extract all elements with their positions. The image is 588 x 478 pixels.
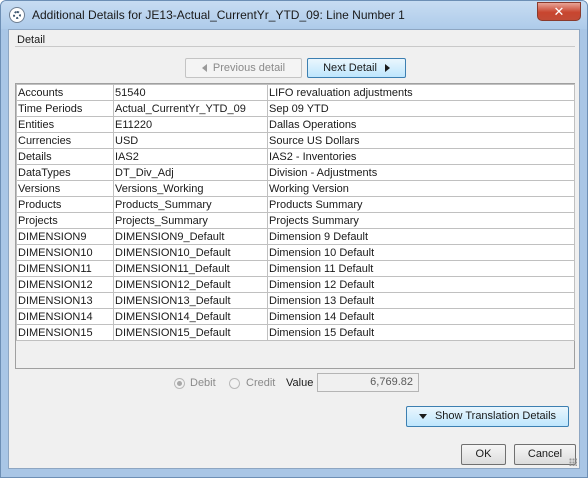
member-cell: DIMENSION12_Default — [113, 276, 268, 293]
member-cell: IAS2 — [113, 148, 268, 165]
description-cell: Dimension 14 Default — [267, 308, 575, 325]
detail-table-container[interactable]: Accounts 51540 LIFO revaluation adjustment… — [15, 83, 575, 369]
dialog-window: Additional Details for JE13-Actual_Curre… — [0, 0, 588, 478]
resize-grip-icon[interactable] — [569, 458, 577, 466]
show-translation-details-button[interactable]: Show Translation Details — [406, 406, 569, 427]
next-detail-button[interactable]: Next Detail — [307, 58, 406, 78]
member-cell: Versions_Working — [113, 180, 268, 197]
table-row[interactable]: Details IAS2 IAS2 - Inventories — [16, 148, 575, 165]
description-cell: Sep 09 YTD — [267, 100, 575, 117]
description-cell: Dimension 13 Default — [267, 292, 575, 309]
dimension-cell: Entities — [16, 116, 114, 133]
dimension-cell: Versions — [16, 180, 114, 197]
dimension-cell: DIMENSION10 — [16, 244, 114, 261]
dimension-cell: DIMENSION15 — [16, 324, 114, 341]
table-row[interactable]: Accounts 51540 LIFO revaluation adjustment… — [16, 84, 575, 101]
description-cell: Dallas Operations — [267, 116, 575, 133]
chevron-left-icon — [201, 64, 207, 73]
dimension-cell: DataTypes — [16, 164, 114, 181]
description-cell: Division - Adjustments — [267, 164, 575, 181]
app-icon — [9, 7, 25, 23]
credit-radio[interactable] — [229, 378, 240, 389]
description-cell: Dimension 9 Default — [267, 228, 575, 245]
member-cell: 51540 — [113, 84, 268, 101]
debit-radio[interactable] — [174, 378, 185, 389]
table-row[interactable]: DIMENSION13 DIMENSION13_Default Dimension … — [16, 292, 575, 309]
description-cell: IAS2 - Inventories — [267, 148, 575, 165]
value-field[interactable]: 6,769.82 — [317, 373, 419, 392]
description-cell: Products Summary — [267, 196, 575, 213]
description-cell: Dimension 15 Default — [267, 324, 575, 341]
member-cell: DIMENSION15_Default — [113, 324, 268, 341]
previous-detail-button[interactable]: Previous detail — [185, 58, 302, 78]
table-row[interactable]: DIMENSION11 DIMENSION11_Default Dimension … — [16, 260, 575, 277]
member-cell: DIMENSION11_Default — [113, 260, 268, 277]
ok-button[interactable]: OK — [461, 444, 506, 465]
member-cell: Products_Summary — [113, 196, 268, 213]
table-row[interactable]: Versions Versions_Working Working Version — [16, 180, 575, 197]
table-row[interactable]: DIMENSION12 DIMENSION12_Default Dimension … — [16, 276, 575, 293]
table-row[interactable]: Entities E11220 Dallas Operations — [16, 116, 575, 133]
member-cell: DIMENSION9_Default — [113, 228, 268, 245]
member-cell: DIMENSION13_Default — [113, 292, 268, 309]
table-row[interactable]: DIMENSION9 DIMENSION9_Default Dimension 9 … — [16, 228, 575, 245]
member-cell: Actual_CurrentYr_YTD_09 — [113, 100, 268, 117]
dimension-cell: Currencies — [16, 132, 114, 149]
cancel-button[interactable]: Cancel — [514, 444, 576, 465]
dimension-cell: DIMENSION14 — [16, 308, 114, 325]
table-row[interactable]: Products Products_Summary Products Summary — [16, 196, 575, 213]
dimension-cell: DIMENSION11 — [16, 260, 114, 277]
triangle-down-icon — [418, 413, 427, 419]
member-cell: DIMENSION10_Default — [113, 244, 268, 261]
table-row[interactable]: DIMENSION15 DIMENSION15_Default Dimension … — [16, 324, 575, 341]
dimension-cell: Details — [16, 148, 114, 165]
title-bar[interactable]: Additional Details for JE13-Actual_Curre… — [1, 1, 587, 29]
description-cell: Source US Dollars — [267, 132, 575, 149]
member-cell: DIMENSION14_Default — [113, 308, 268, 325]
table-row[interactable]: Currencies USD Source US Dollars — [16, 132, 575, 149]
description-cell: Dimension 11 Default — [267, 260, 575, 277]
description-cell: LIFO revaluation adjustments — [267, 84, 575, 101]
table-row[interactable]: Projects Projects_Summary Projects Summary — [16, 212, 575, 229]
member-cell: USD — [113, 132, 268, 149]
detail-table: Accounts 51540 LIFO revaluation adjustment… — [16, 84, 575, 341]
dialog-content: Detail Previous detail Next Detail Accou… — [8, 29, 580, 469]
table-row[interactable]: DataTypes DT_Div_Adj Division - Adjustment… — [16, 164, 575, 181]
debit-label: Debit — [190, 377, 216, 389]
member-cell: Projects_Summary — [113, 212, 268, 229]
dimension-cell: Products — [16, 196, 114, 213]
chevron-right-icon — [384, 64, 390, 73]
dimension-cell: Accounts — [16, 84, 114, 101]
group-divider — [15, 46, 575, 47]
member-cell: E11220 — [113, 116, 268, 133]
detail-table-body: Accounts 51540 LIFO revaluation adjustment… — [16, 84, 575, 341]
dimension-cell: Projects — [16, 212, 114, 229]
previous-detail-label: Previous detail — [212, 62, 286, 74]
dimension-cell: DIMENSION9 — [16, 228, 114, 245]
dimension-cell: DIMENSION12 — [16, 276, 114, 293]
next-detail-label: Next Detail — [323, 62, 377, 74]
detail-group-label: Detail — [17, 34, 46, 46]
show-translation-details-label: Show Translation Details — [434, 410, 557, 422]
window-title: Additional Details for JE13-Actual_Curre… — [32, 8, 405, 22]
dimension-cell: DIMENSION13 — [16, 292, 114, 309]
description-cell: Projects Summary — [267, 212, 575, 229]
table-row[interactable]: Time Periods Actual_CurrentYr_YTD_09 Sep 0… — [16, 100, 575, 117]
description-cell: Dimension 12 Default — [267, 276, 575, 293]
dimension-cell: Time Periods — [16, 100, 114, 117]
credit-label: Credit — [246, 377, 276, 389]
description-cell: Dimension 10 Default — [267, 244, 575, 261]
table-row[interactable]: DIMENSION14 DIMENSION14_Default Dimension … — [16, 308, 575, 325]
member-cell: DT_Div_Adj — [113, 164, 268, 181]
description-cell: Working Version — [267, 180, 575, 197]
table-row[interactable]: DIMENSION10 DIMENSION10_Default Dimension … — [16, 244, 575, 261]
value-label: Value — [286, 377, 314, 389]
close-button[interactable]: ✕ — [537, 2, 581, 21]
